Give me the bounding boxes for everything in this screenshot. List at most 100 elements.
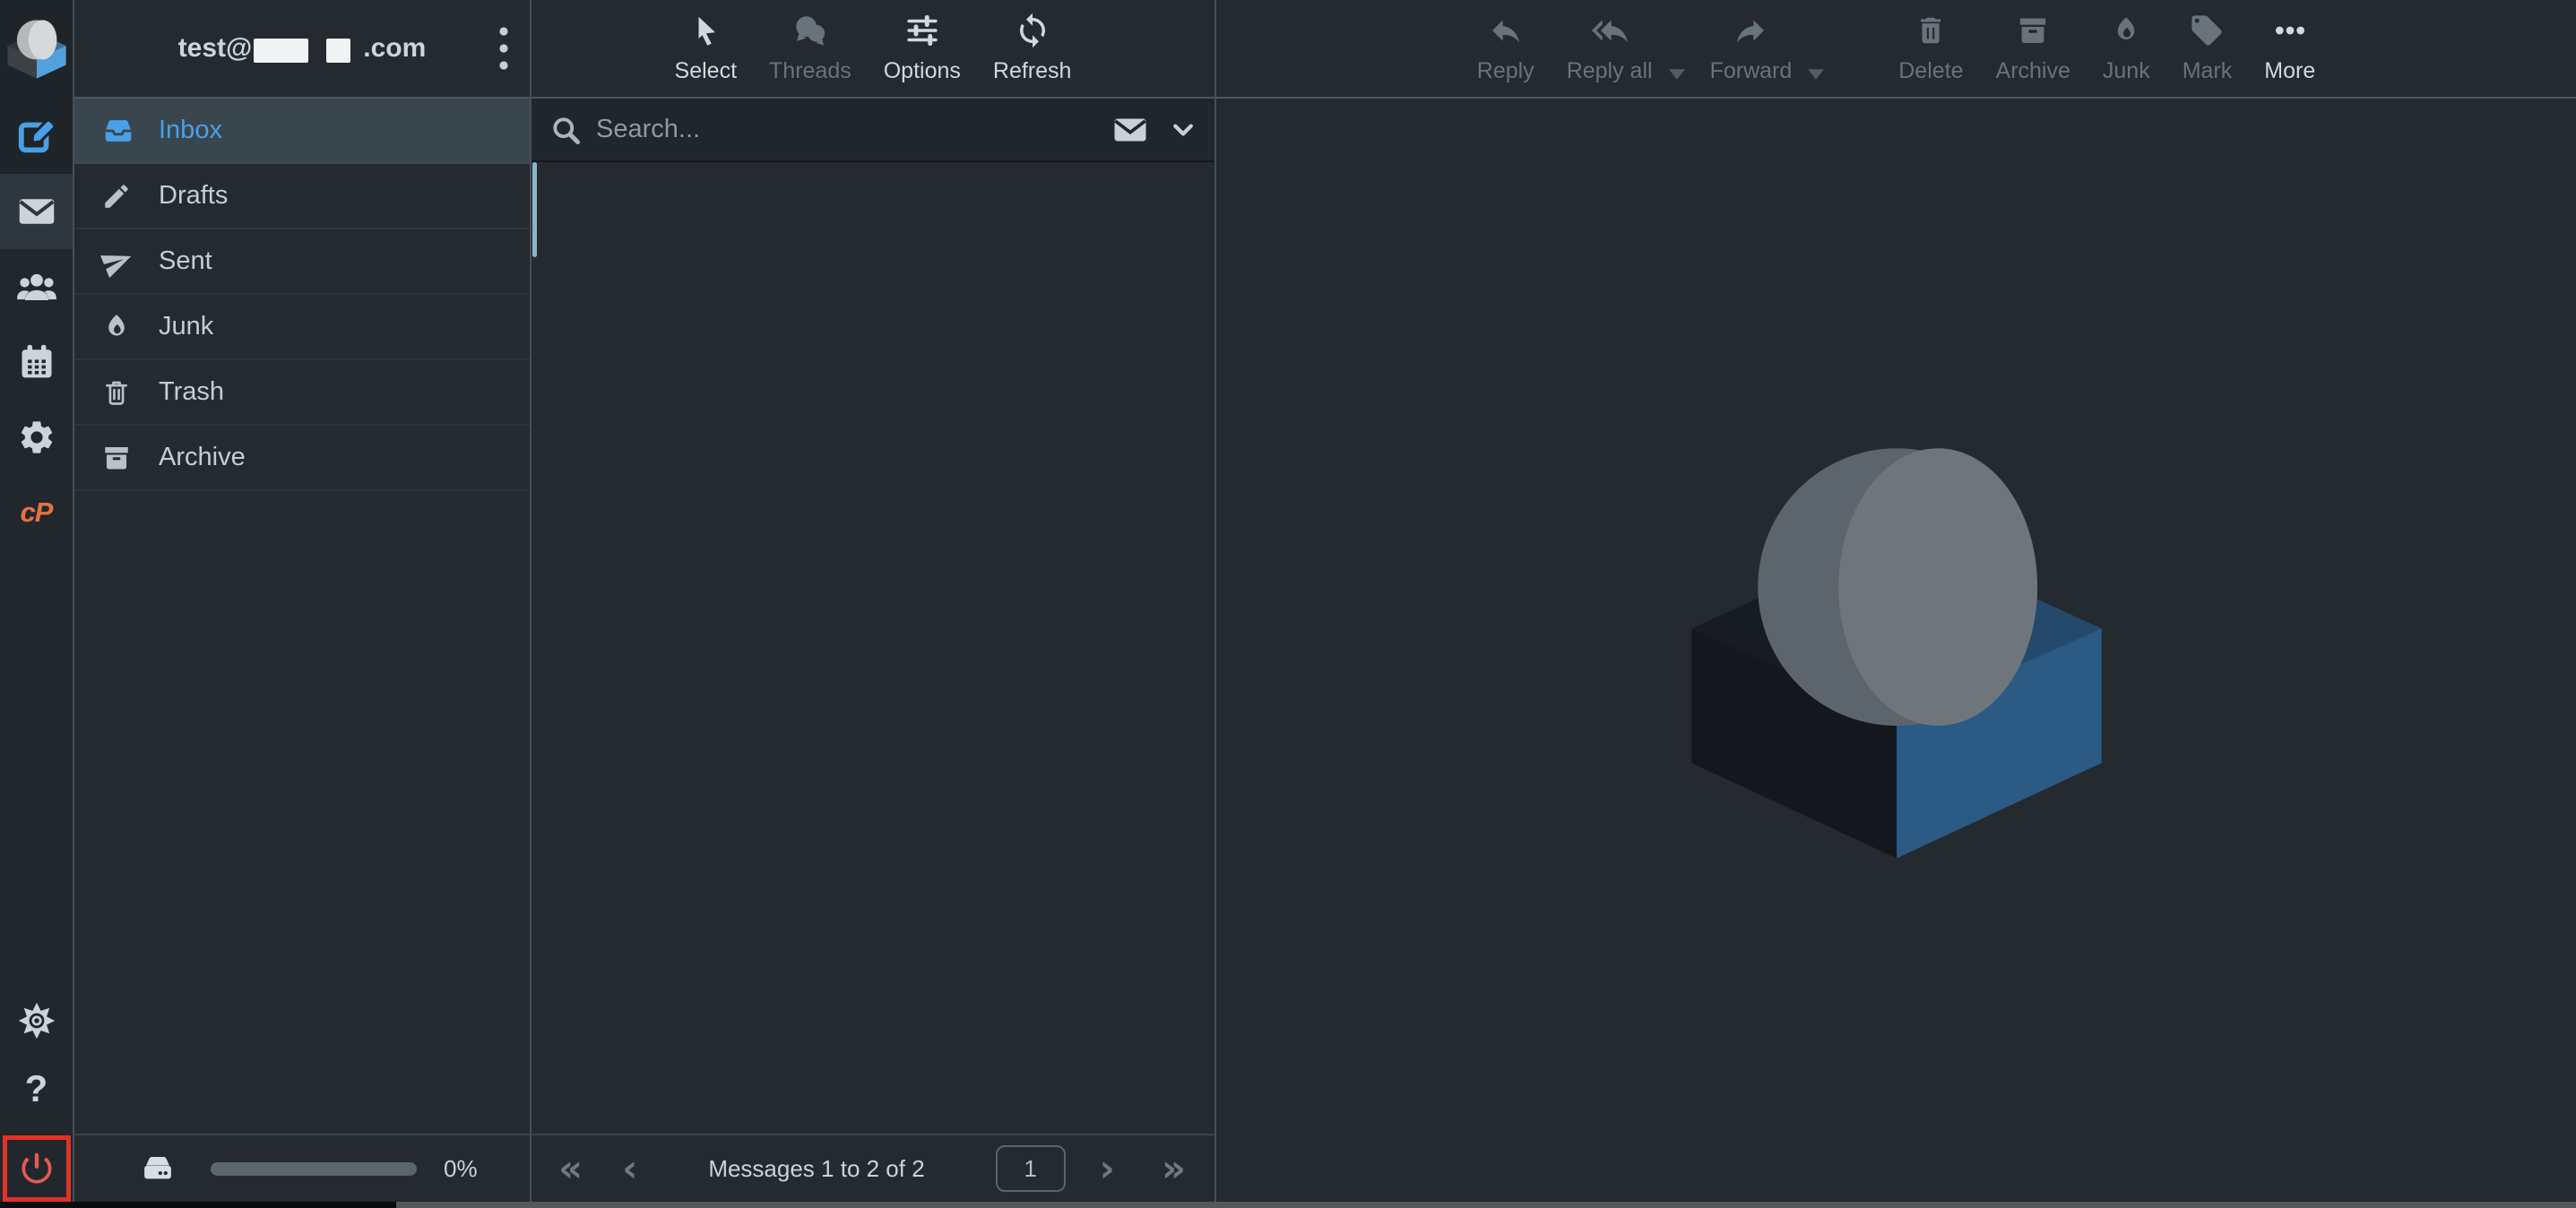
message-list-body[interactable] xyxy=(532,162,1215,1134)
folder-label: Trash xyxy=(159,377,224,407)
folder-row-archive[interactable]: Archive xyxy=(74,426,530,491)
quota-progress-bar xyxy=(211,1162,417,1176)
quota-percent: 0% xyxy=(444,1155,478,1183)
app-logo xyxy=(0,0,73,99)
cpanel-icon: cP xyxy=(21,496,53,529)
horizontal-scrollbar[interactable] xyxy=(0,1202,2576,1208)
envelope-icon xyxy=(17,192,56,231)
junk-button[interactable]: Junk xyxy=(2087,0,2166,97)
sidebar-spacer xyxy=(0,550,73,987)
inbox-tray-icon xyxy=(101,114,135,148)
forward-button[interactable]: Forward xyxy=(1694,0,1809,97)
previous-page-button[interactable]: ‹ xyxy=(622,1150,637,1187)
reply-all-button[interactable]: Reply all xyxy=(1551,0,1669,97)
compose-icon xyxy=(16,116,57,157)
search-input[interactable] xyxy=(596,115,1096,144)
folder-label: Junk xyxy=(159,312,213,341)
more-button[interactable]: More xyxy=(2248,0,2331,97)
sidebar-item-theme[interactable] xyxy=(0,987,73,1055)
sidebar-item-contacts[interactable] xyxy=(0,249,73,324)
disk-icon xyxy=(139,1150,177,1187)
pencil-icon xyxy=(101,181,135,211)
roundcube-logo-icon xyxy=(7,13,66,85)
next-page-button[interactable]: › xyxy=(1100,1150,1115,1187)
power-icon xyxy=(17,1149,56,1188)
watermark-container xyxy=(1216,99,2576,1208)
reply-all-icon xyxy=(1590,10,1629,51)
reply-icon xyxy=(1488,10,1524,51)
sliders-icon xyxy=(903,10,941,51)
messages-count-status: Messages 1 to 2 of 2 xyxy=(637,1155,995,1183)
last-page-button[interactable]: » xyxy=(1162,1150,1186,1187)
calendar-icon xyxy=(17,342,56,382)
sidebar-item-settings[interactable] xyxy=(0,400,73,475)
contacts-icon xyxy=(16,266,57,307)
message-preview-pane xyxy=(1216,99,2576,1208)
sidebar-item-calendar[interactable] xyxy=(0,324,73,400)
archive-box-icon xyxy=(101,443,135,473)
refresh-button[interactable]: Refresh xyxy=(977,0,1088,97)
folder-row-junk[interactable]: Junk xyxy=(74,295,530,360)
sidebar-item-help[interactable]: ? xyxy=(0,1055,73,1123)
search-icon xyxy=(549,114,582,146)
flame-icon xyxy=(101,312,135,342)
paper-plane-icon xyxy=(101,246,135,278)
folder-label: Inbox xyxy=(159,116,222,145)
reply-button[interactable]: Reply xyxy=(1461,0,1551,97)
flame-icon xyxy=(2110,10,2142,51)
webmail-app: cP ? test@ .com xyxy=(0,0,2576,1208)
trash-icon xyxy=(1914,10,1948,51)
account-prefix: test@ xyxy=(178,33,253,64)
content-column: Reply Reply all xyxy=(1216,0,2576,1208)
account-suffix: .com xyxy=(363,33,426,64)
tag-icon xyxy=(2189,10,2225,51)
folder-row-drafts[interactable]: Drafts xyxy=(74,164,530,229)
folder-row-sent[interactable]: Sent xyxy=(74,229,530,295)
kebab-vertical-icon xyxy=(497,25,510,72)
pagination-bar: « ‹ Messages 1 to 2 of 2 › » xyxy=(532,1134,1215,1202)
folder-label: Archive xyxy=(159,443,246,472)
chat-bubbles-icon xyxy=(791,10,829,51)
message-toolbar: Reply Reply all xyxy=(1216,0,2576,99)
list-toolbar: Select Threads xyxy=(532,0,1215,99)
ellipsis-icon xyxy=(2270,10,2310,51)
sidebar-item-logout[interactable] xyxy=(3,1135,71,1202)
question-icon: ? xyxy=(25,1067,48,1110)
gear-icon xyxy=(17,418,56,457)
account-header: test@ .com xyxy=(74,0,530,99)
mark-button[interactable]: Mark xyxy=(2166,0,2249,97)
threads-button[interactable]: Threads xyxy=(753,0,868,97)
options-button[interactable]: Options xyxy=(868,0,977,97)
message-list-column: Select Threads xyxy=(532,0,1216,1208)
folder-list: Inbox Drafts Sent xyxy=(74,99,530,1134)
cursor-icon xyxy=(689,10,722,51)
folder-label: Drafts xyxy=(159,181,228,211)
quota-statusbar: 0% xyxy=(74,1134,530,1202)
sidebar-item-mail[interactable] xyxy=(0,174,73,249)
folder-row-trash[interactable]: Trash xyxy=(74,360,530,426)
roundcube-watermark-logo xyxy=(1690,448,2104,859)
folder-row-inbox[interactable]: Inbox xyxy=(74,99,530,164)
delete-button[interactable]: Delete xyxy=(1882,0,1979,97)
sidebar-item-cpanel[interactable]: cP xyxy=(0,475,73,550)
redacted-domain-block xyxy=(254,39,308,63)
list-scrollbar-thumb[interactable] xyxy=(532,162,537,257)
folder-label: Sent xyxy=(159,246,212,276)
select-button[interactable]: Select xyxy=(659,0,753,97)
account-menu-button[interactable] xyxy=(497,25,510,72)
page-number-input[interactable] xyxy=(996,1145,1066,1192)
app-sidebar: cP ? xyxy=(0,0,74,1208)
archive-box-icon xyxy=(2016,10,2050,51)
sync-icon xyxy=(1014,10,1051,51)
horizontal-scrollbar-thumb[interactable] xyxy=(0,1202,396,1208)
forward-icon xyxy=(1733,10,1768,51)
archive-button[interactable]: Archive xyxy=(1980,0,2087,97)
sidebar-item-compose[interactable] xyxy=(0,99,73,174)
search-scope-envelope-icon[interactable] xyxy=(1112,112,1148,148)
trash-icon xyxy=(101,377,135,408)
search-options-chevron-down-icon[interactable] xyxy=(1170,116,1197,143)
first-page-button[interactable]: « xyxy=(558,1150,583,1187)
sun-icon xyxy=(17,1001,56,1040)
folders-column: test@ .com Inbox xyxy=(74,0,532,1208)
redacted-domain-block xyxy=(326,39,350,63)
